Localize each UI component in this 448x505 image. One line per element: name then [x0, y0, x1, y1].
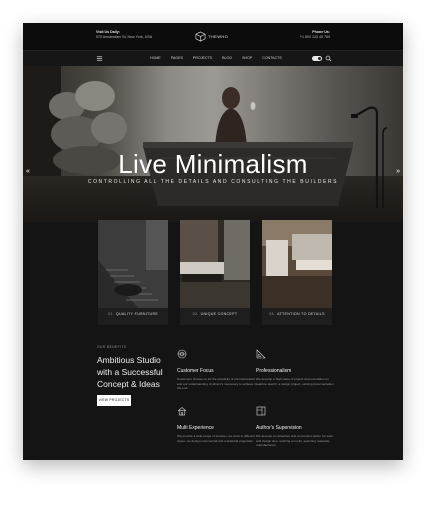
feature-text: We develop an attractive and convenient …	[256, 434, 333, 448]
phone-block: Phone Us: +1 800 123 45 789	[300, 30, 330, 40]
feature-multi-experience: Multi Experience We provide a wide range…	[177, 403, 257, 443]
nav-item-pages[interactable]: PAGES	[171, 56, 183, 60]
search-icon[interactable]	[325, 55, 332, 62]
card-number: 02.	[192, 312, 199, 316]
logo-text: THEWHO	[208, 34, 229, 39]
website-frame: Visit Us Daily: 570 Amsterdam St, New Yo…	[23, 23, 403, 460]
theme-toggle[interactable]	[312, 56, 322, 61]
section-title: Ambitious Studio with a Successful Conce…	[97, 354, 177, 390]
top-info-bar: Visit Us Daily: 570 Amsterdam St, New Yo…	[23, 23, 403, 50]
slider-next-arrow[interactable]: »	[396, 168, 400, 175]
address-text: 570 Amsterdam St, New York, USA	[96, 35, 153, 39]
site-logo[interactable]: THEWHO	[193, 29, 233, 45]
feature-title: Professionalism	[256, 368, 292, 374]
card-unique-concept[interactable]: 02. UNIQUE CONCEPT	[180, 220, 250, 325]
hero-slider: Live Minimalism CONTROLLING ALL THE DETA…	[23, 66, 403, 222]
nav-item-contacts[interactable]: CONTACTS	[262, 56, 282, 60]
phone-text[interactable]: +1 800 123 45 789	[300, 35, 330, 40]
card-number: 01.	[107, 312, 114, 316]
hero-subtitle: CONTROLLING ALL THE DETAILS AND CONSULTI…	[87, 179, 339, 185]
feature-professionalism: Professionalism We develop a high value …	[256, 346, 336, 386]
card-title: UNIQUE CONCEPT	[200, 312, 238, 316]
main-navbar: HOME PAGES PROJECTS BLOG SHOP CONTACTS	[23, 50, 403, 67]
feature-title: Author's Supervision	[256, 425, 302, 431]
studio-intro: OUR BENEFITS Ambitious Studio with a Suc…	[97, 345, 177, 390]
nav-menu: HOME PAGES PROJECTS BLOG SHOP CONTACTS	[150, 56, 291, 60]
stairs-image	[98, 220, 168, 308]
title-line-2: with a Successful	[97, 367, 163, 377]
card-number: 03.	[269, 312, 276, 316]
bathroom-sink-image	[180, 220, 250, 308]
feature-authors-supervision: Author's Supervision We develop an attra…	[256, 403, 336, 448]
hero-title: Live Minimalism	[118, 149, 308, 179]
slider-prev-arrow[interactable]: «	[26, 168, 30, 175]
card-attention-to-details[interactable]: 03. ATTENTION TO DETAILS	[262, 220, 332, 325]
address-block: Visit Us Daily: 570 Amsterdam St, New Yo…	[96, 30, 152, 40]
nav-item-blog[interactable]: BLOG	[222, 56, 232, 60]
nav-item-home[interactable]: HOME	[150, 56, 161, 60]
nav-item-projects[interactable]: PROJECTS	[193, 56, 212, 60]
feature-text: We provide a wide range of services, we …	[177, 434, 256, 443]
card-label: 03. ATTENTION TO DETAILS	[262, 312, 332, 316]
card-label: 01. QUALITY FURNITURE	[98, 312, 168, 316]
hamburger-menu-icon[interactable]	[96, 55, 103, 62]
feature-title: Customer Focus	[177, 368, 214, 374]
cube-logo-icon	[195, 31, 206, 42]
feature-title: Multi Experience	[177, 425, 214, 431]
nav-item-shop[interactable]: SHOP	[242, 56, 252, 60]
card-quality-furniture[interactable]: 01. QUALITY FURNITURE	[98, 220, 168, 325]
bathroom-tub-image	[262, 220, 332, 308]
card-title: ATTENTION TO DETAILS	[277, 312, 325, 316]
card-title: QUALITY FURNITURE	[115, 312, 159, 316]
target-icon	[177, 349, 187, 359]
feature-text: Customers choose us for the simplicity o…	[177, 377, 257, 391]
house-icon	[177, 407, 187, 416]
title-line-3: Concept & Ideas	[97, 379, 160, 389]
title-line-1: Ambitious Studio	[97, 355, 161, 365]
feature-customer-focus: Customer Focus Customers choose us for t…	[177, 346, 257, 391]
blueprint-icon	[256, 406, 266, 416]
triangle-ruler-icon	[256, 349, 266, 359]
feature-cards: 01.QUALITY FURNITURE 02.UNIQUE CONCEPT	[98, 220, 332, 325]
card-label: 02. UNIQUE CONCEPT	[180, 312, 250, 316]
feature-text: We develop a high value of project docum…	[256, 377, 335, 386]
section-eyebrow: OUR BENEFITS	[97, 345, 127, 349]
view-projects-button[interactable]: VIEW PROJECTS	[97, 395, 131, 406]
